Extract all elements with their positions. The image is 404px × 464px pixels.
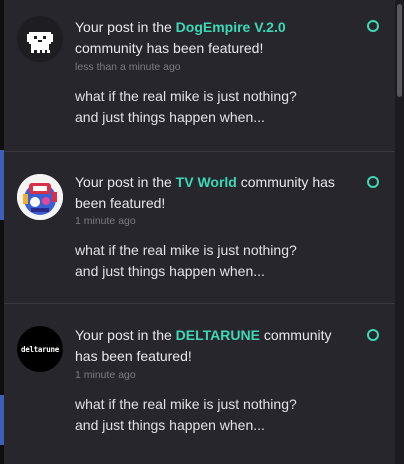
notification-headline: Your post in the DogEmpire V.2.0 communi… — [75, 17, 345, 59]
deltarune-avatar-icon[interactable]: deltarune — [17, 326, 63, 372]
post-preview-line: and just things happen when... — [75, 417, 265, 433]
notification-timestamp: 1 minute ago — [75, 215, 136, 227]
notification-item[interactable]: Your post in the DogEmpire V.2.0 communi… — [4, 0, 395, 152]
avatar-logo-text: deltarune — [21, 344, 59, 354]
community-link[interactable]: TV World — [176, 174, 237, 190]
post-preview[interactable]: what if the real mike is just nothing? a… — [75, 86, 345, 128]
headline-prefix: Your post in the — [75, 19, 176, 35]
post-preview-line: what if the real mike is just nothing? — [75, 242, 297, 258]
unread-indicator-icon — [367, 176, 379, 188]
post-preview-line: and just things happen when... — [75, 109, 265, 125]
notification-headline: Your post in the DELTARUNE community has… — [75, 325, 345, 367]
post-preview[interactable]: what if the real mike is just nothing? a… — [75, 240, 345, 282]
community-link[interactable]: DELTARUNE — [176, 327, 260, 343]
notification-timestamp: less than a minute ago — [75, 61, 181, 73]
headline-suffix: community has been featured! — [75, 40, 264, 56]
headline-prefix: Your post in the — [75, 327, 176, 343]
notifications-window: Your post in the DogEmpire V.2.0 communi… — [0, 0, 404, 464]
headline-prefix: Your post in the — [75, 174, 176, 190]
notification-headline: Your post in the TV World community has … — [75, 172, 345, 214]
notification-timestamp: 1 minute ago — [75, 369, 136, 381]
scrollbar[interactable] — [395, 0, 404, 464]
dog-pixel-avatar-icon[interactable] — [17, 16, 63, 62]
community-link[interactable]: DogEmpire V.2.0 — [176, 19, 286, 35]
notification-item[interactable]: Your post in the TV World community has … — [4, 152, 395, 304]
post-preview-line: and just things happen when... — [75, 263, 265, 279]
notifications-panel: Your post in the DogEmpire V.2.0 communi… — [4, 0, 395, 464]
post-preview-line: what if the real mike is just nothing? — [75, 396, 297, 412]
unread-indicator-icon — [367, 20, 379, 32]
scrollbar-thumb[interactable] — [397, 4, 402, 97]
post-preview-line: what if the real mike is just nothing? — [75, 88, 297, 104]
post-preview[interactable]: what if the real mike is just nothing? a… — [75, 394, 345, 436]
tv-world-avatar-icon[interactable] — [17, 174, 63, 220]
notification-item[interactable]: deltarune Your post in the DELTARUNE com… — [4, 304, 395, 464]
unread-indicator-icon — [367, 329, 379, 341]
